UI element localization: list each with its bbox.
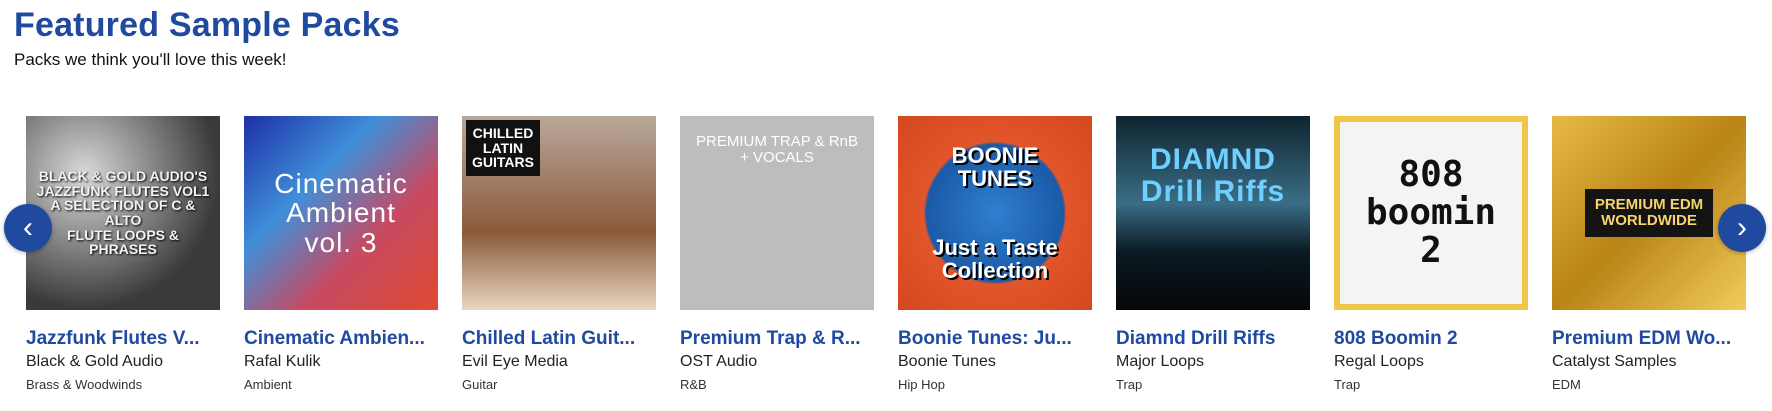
pack-cover-text: BOONIE TUNES Just a Taste Collection — [932, 142, 1058, 284]
pack-card[interactable]: 808 boomin 2 808 Boomin 2 Regal Loops Tr… — [1334, 116, 1528, 392]
pack-card[interactable]: BOONIE TUNES Just a Taste Collection Boo… — [898, 116, 1092, 392]
carousel-prev-button[interactable]: ‹ — [4, 204, 52, 252]
pack-title-link[interactable]: Premium Trap & R... — [680, 328, 874, 350]
pack-cover-image[interactable]: BLACK & GOLD AUDIO'S JAZZFUNK FLUTES VOL… — [26, 116, 220, 310]
pack-cover-text: 808 boomin 2 — [1365, 154, 1497, 271]
pack-card[interactable]: CHILLED LATIN GUITARS Chilled Latin Guit… — [462, 116, 656, 392]
pack-genre-link[interactable]: Hip Hop — [898, 377, 1092, 392]
pack-label-link[interactable]: Evil Eye Media — [462, 353, 656, 371]
pack-card[interactable]: Cinematic Ambient vol. 3 Cinematic Ambie… — [244, 116, 438, 392]
pack-cover-image[interactable]: 808 boomin 2 — [1334, 116, 1528, 310]
section-title: Featured Sample Packs — [14, 6, 400, 44]
pack-cover-text: DIAMND Drill Riffs — [1140, 143, 1286, 208]
chevron-left-icon: ‹ — [23, 211, 33, 244]
pack-label-link[interactable]: OST Audio — [680, 353, 874, 371]
pack-cover-image[interactable]: Cinematic Ambient vol. 3 — [244, 116, 438, 310]
pack-card[interactable]: PREMIUM EDM WORLDWIDE Premium EDM Wo... … — [1552, 116, 1746, 392]
pack-card[interactable]: DIAMND Drill Riffs Diamnd Drill Riffs Ma… — [1116, 116, 1310, 392]
pack-card[interactable]: BLACK & GOLD AUDIO'S JAZZFUNK FLUTES VOL… — [26, 116, 220, 392]
pack-label-link[interactable]: Regal Loops — [1334, 353, 1528, 371]
pack-cover-text: CHILLED LATIN GUITARS — [466, 120, 540, 177]
pack-cover-text: PREMIUM EDM WORLDWIDE — [1584, 189, 1714, 237]
pack-title-link[interactable]: Premium EDM Wo... — [1552, 328, 1746, 350]
pack-title-link[interactable]: Chilled Latin Guit... — [462, 328, 656, 350]
chevron-right-icon: › — [1737, 211, 1747, 244]
pack-genre-link[interactable]: R&B — [680, 377, 874, 392]
carousel-track: BLACK & GOLD AUDIO'S JAZZFUNK FLUTES VOL… — [26, 116, 1756, 392]
pack-cover-image[interactable]: PREMIUM EDM WORLDWIDE — [1552, 116, 1746, 310]
pack-label-link[interactable]: Black & Gold Audio — [26, 353, 220, 371]
pack-cover-image[interactable]: PREMIUM TRAP & RnB + VOCALS — [680, 116, 874, 310]
pack-cover-image[interactable]: DIAMND Drill Riffs — [1116, 116, 1310, 310]
sample-pack-carousel: BLACK & GOLD AUDIO'S JAZZFUNK FLUTES VOL… — [26, 116, 1756, 406]
section-subtitle: Packs we think you'll love this week! — [14, 50, 287, 69]
pack-title-link[interactable]: 808 Boomin 2 — [1334, 328, 1528, 350]
pack-title-link[interactable]: Diamnd Drill Riffs — [1116, 328, 1310, 350]
pack-genre-link[interactable]: Brass & Woodwinds — [26, 377, 220, 392]
pack-genre-link[interactable]: Guitar — [462, 377, 656, 392]
pack-genre-link[interactable]: Trap — [1334, 377, 1528, 392]
pack-title-link[interactable]: Cinematic Ambien... — [244, 328, 438, 350]
pack-card[interactable]: PREMIUM TRAP & RnB + VOCALS Premium Trap… — [680, 116, 874, 392]
pack-label-link[interactable]: Catalyst Samples — [1552, 353, 1746, 371]
pack-label-link[interactable]: Boonie Tunes — [898, 353, 1092, 371]
pack-label-link[interactable]: Major Loops — [1116, 353, 1310, 371]
pack-title-link[interactable]: Boonie Tunes: Ju... — [898, 328, 1092, 350]
pack-genre-link[interactable]: Ambient — [244, 377, 438, 392]
pack-label-link[interactable]: Rafal Kulik — [244, 353, 438, 371]
pack-genre-link[interactable]: EDM — [1552, 377, 1746, 392]
pack-genre-link[interactable]: Trap — [1116, 377, 1310, 392]
pack-cover-image[interactable]: CHILLED LATIN GUITARS — [462, 116, 656, 310]
pack-cover-text: BLACK & GOLD AUDIO'S JAZZFUNK FLUTES VOL… — [36, 167, 210, 258]
carousel-next-button[interactable]: › — [1718, 204, 1766, 252]
pack-title-link[interactable]: Jazzfunk Flutes V... — [26, 328, 220, 350]
pack-cover-image[interactable]: BOONIE TUNES Just a Taste Collection — [898, 116, 1092, 310]
pack-cover-text: PREMIUM TRAP & RnB + VOCALS — [696, 133, 858, 166]
pack-cover-text: Cinematic Ambient vol. 3 — [274, 167, 408, 258]
